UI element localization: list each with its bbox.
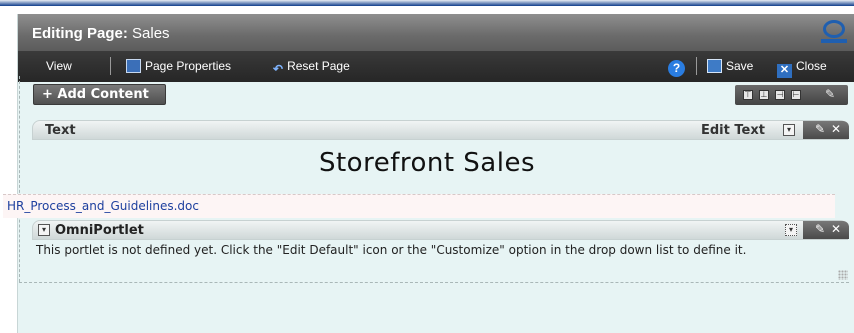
toolbar-divider xyxy=(110,57,111,75)
help-button[interactable]: ? xyxy=(668,57,685,77)
oracle-logo-bar xyxy=(821,39,847,43)
collapse-chevron-icon[interactable]: ▾ xyxy=(38,224,50,236)
region-dashed-border xyxy=(19,76,20,282)
edit-layout-icon[interactable]: ✎ xyxy=(825,87,835,101)
title-label: Editing Page: xyxy=(32,25,128,42)
remove-portlet-icon[interactable]: ✕ xyxy=(831,222,841,236)
page-toolbar: View Page Properties ↶ Reset Page ? Save … xyxy=(18,51,854,82)
save-button[interactable]: Save xyxy=(707,59,753,73)
omniportlet-header: ▾ OmniPortlet ▾ ✎ ✕ xyxy=(32,220,849,240)
edit-portlet-icon[interactable]: ✎ xyxy=(815,222,825,236)
save-icon xyxy=(707,59,722,73)
add-content-button[interactable]: + Add Content xyxy=(33,84,166,105)
title-bar: Editing Page: Sales xyxy=(18,14,854,51)
omniportlet-actions: ✎ ✕ xyxy=(803,221,849,239)
remove-portlet-icon[interactable]: ✕ xyxy=(831,122,841,136)
text-portlet-menu-icon[interactable]: ▾ xyxy=(783,124,795,136)
omniportlet-menu-icon[interactable]: ▾ xyxy=(785,224,797,236)
help-icon: ? xyxy=(668,60,685,77)
text-portlet-title: Text xyxy=(45,123,76,138)
region-dashed-bottom xyxy=(19,282,849,283)
storefront-heading: Storefront Sales xyxy=(318,148,536,178)
page-title: Editing Page: Sales xyxy=(32,25,170,42)
edit-portlet-icon[interactable]: ✎ xyxy=(815,122,825,136)
add-box-below-icon[interactable]: ⊥ xyxy=(759,90,769,100)
oracle-logo-icon xyxy=(823,20,845,38)
reset-page-label: Reset Page xyxy=(287,59,350,73)
text-portlet-actions: ✎ ✕ xyxy=(803,121,849,139)
page-properties-icon xyxy=(126,59,141,73)
window-top-border xyxy=(0,0,854,6)
resize-grip-icon[interactable] xyxy=(838,270,848,280)
edit-text-link[interactable]: Edit Text xyxy=(701,123,765,138)
view-menu[interactable]: View xyxy=(46,59,72,73)
close-button[interactable]: ✕ Close xyxy=(777,59,827,78)
title-page-name: Sales xyxy=(132,25,170,42)
close-icon: ✕ xyxy=(777,64,792,78)
reset-icon: ↶ xyxy=(273,62,284,76)
document-link[interactable]: HR_Process_and_Guidelines.doc xyxy=(7,199,199,213)
add-box-right-icon[interactable]: ⊢ xyxy=(791,90,801,100)
close-label: Close xyxy=(796,59,827,73)
app-frame: Editing Page: Sales View Page Properties… xyxy=(0,0,854,333)
reset-page-button[interactable]: ↶ Reset Page xyxy=(273,59,350,76)
page-properties-label: Page Properties xyxy=(145,59,232,73)
add-box-above-icon[interactable]: ⊤ xyxy=(743,90,753,100)
text-portlet-header: Text Edit Text ▾ ✎ ✕ xyxy=(32,120,849,140)
save-label: Save xyxy=(726,59,754,73)
omniportlet-title: OmniPortlet xyxy=(55,223,144,238)
page-properties-button[interactable]: Page Properties xyxy=(126,59,231,73)
layout-tools: ⊤ ⊥ ⊣ ⊢ ✎ xyxy=(735,85,848,105)
toolbar-divider xyxy=(696,57,697,75)
document-row: HR_Process_and_Guidelines.doc xyxy=(3,194,835,218)
omniportlet-message: This portlet is not defined yet. Click t… xyxy=(36,243,747,257)
add-box-left-icon[interactable]: ⊣ xyxy=(775,90,785,100)
